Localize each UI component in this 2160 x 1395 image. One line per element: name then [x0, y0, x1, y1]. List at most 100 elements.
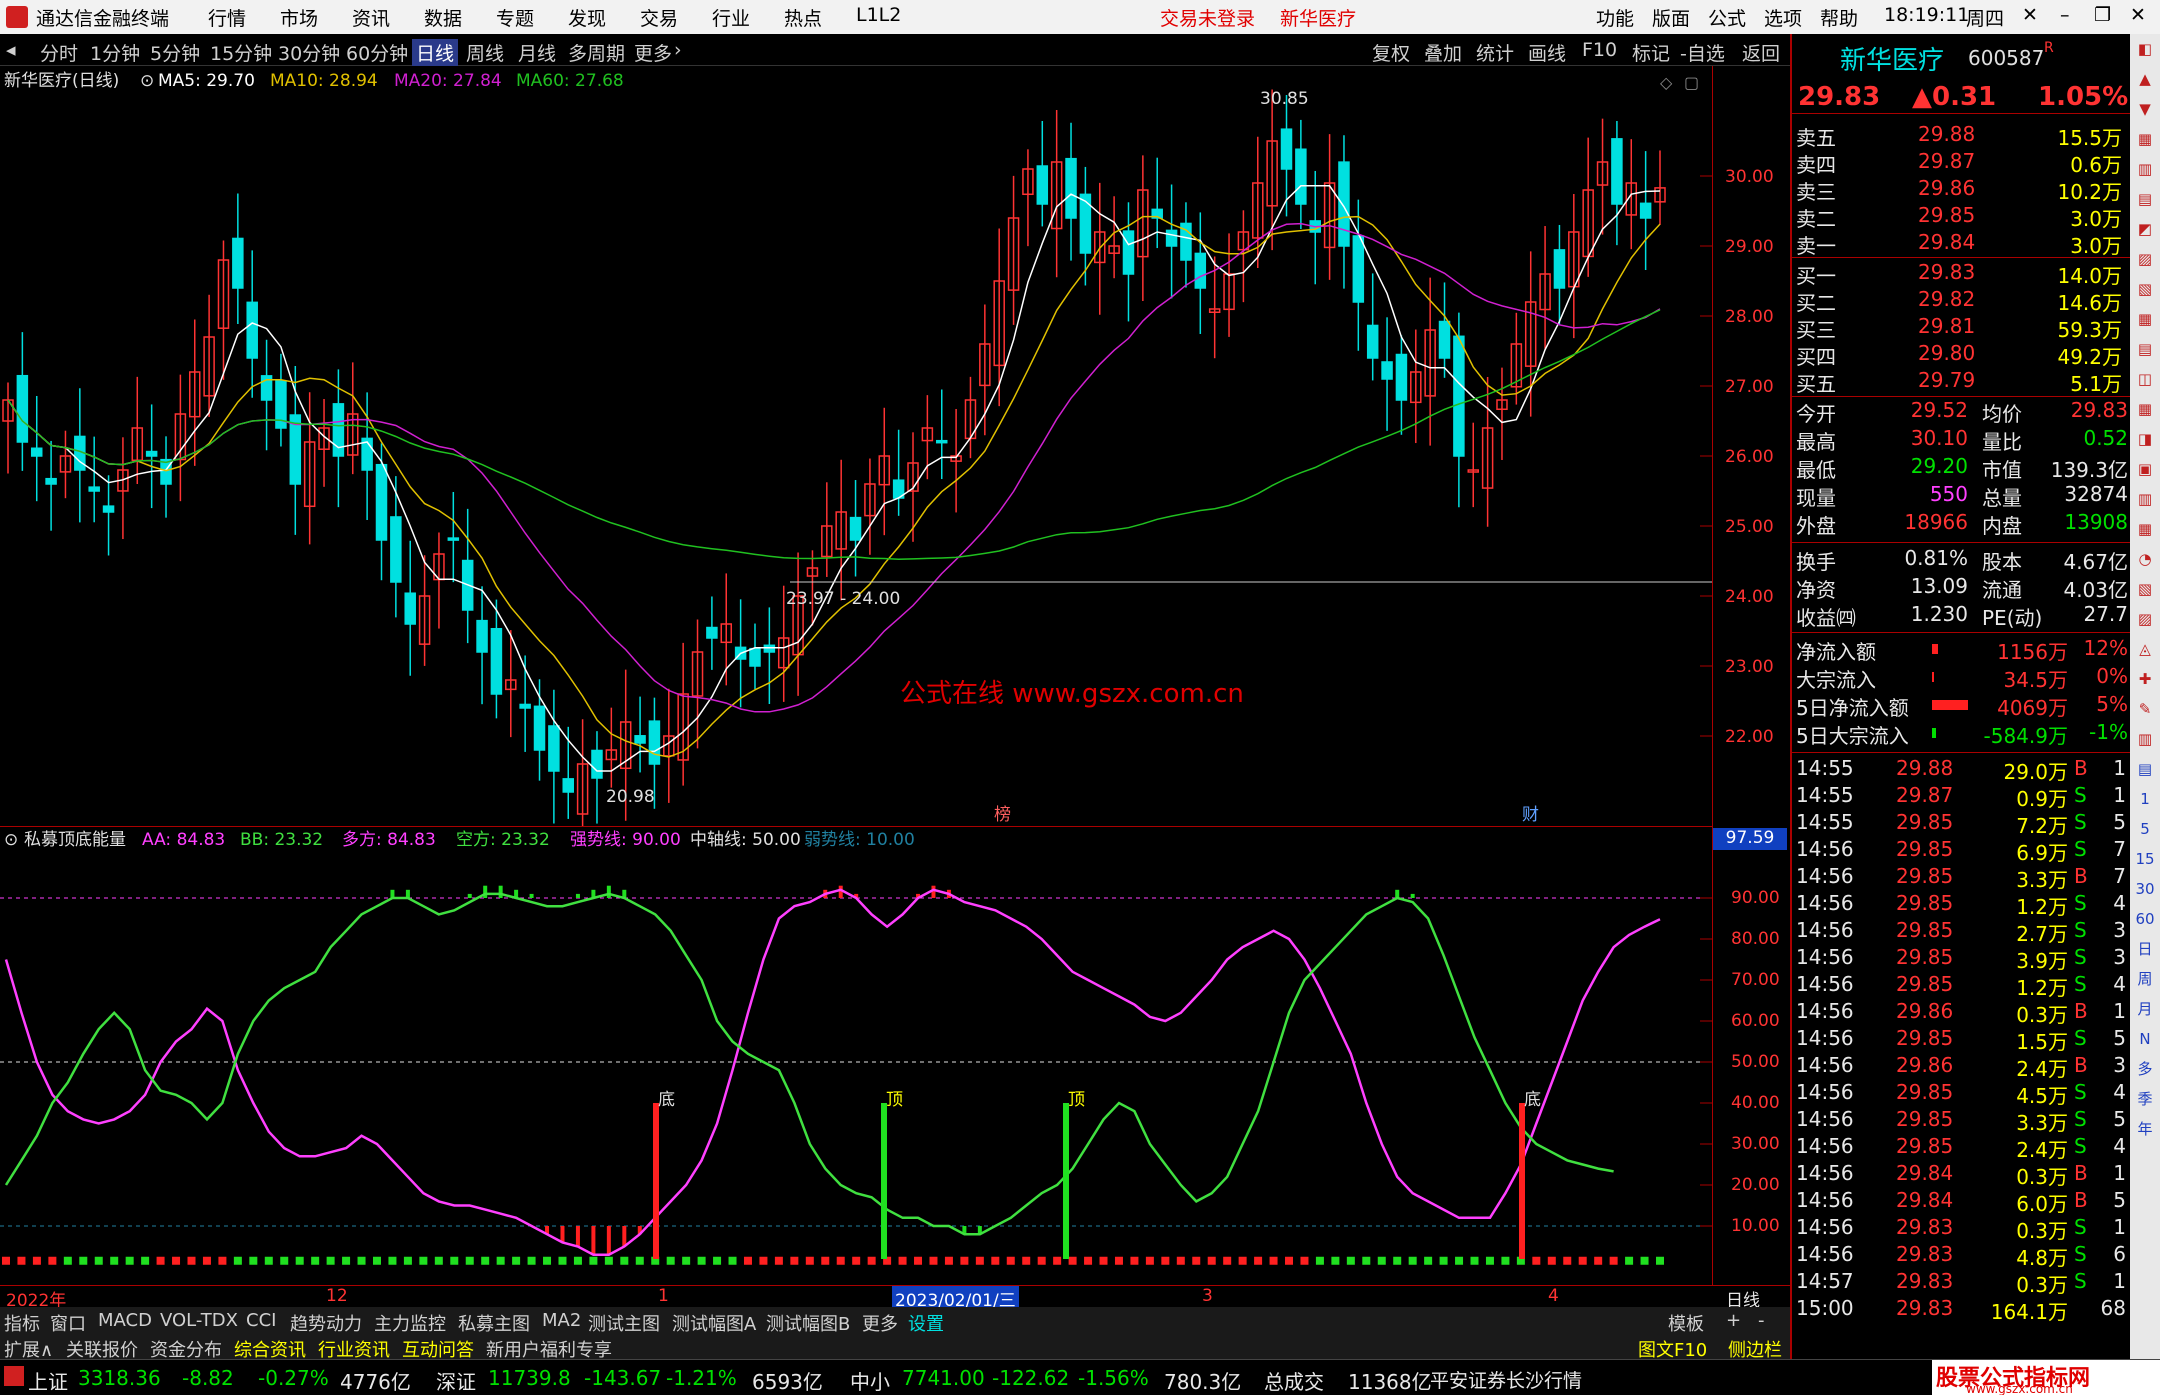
- action-fuquan[interactable]: 复权: [1372, 39, 1410, 66]
- menu-shuju[interactable]: 数据: [424, 4, 462, 31]
- side-icon: 5: [2140, 820, 2150, 838]
- restore-icon[interactable]: ❐: [2094, 4, 2111, 26]
- indicator-svg[interactable]: ⊙ 私募顶底能量 AA: 84.83 BB: 23.32 多方: 84.83 空…: [0, 827, 1712, 1286]
- tick-row-cell: 29.86: [1896, 999, 1954, 1023]
- candle-body: [1122, 230, 1135, 275]
- indicator-tick-label: 90.00: [1731, 888, 1780, 908]
- tick-row-cell: 7: [2113, 864, 2126, 888]
- tick-row-cell: S: [2074, 1080, 2087, 1104]
- bid-row-cell: 买四: [1796, 345, 1836, 369]
- period-more[interactable]: 更多: [634, 39, 672, 66]
- ask-row-cell: 29.85: [1918, 203, 1976, 227]
- tick-row-cell: 29.83: [1896, 1215, 1954, 1239]
- candlestick-chart[interactable]: 新华医疗(日线) ⊙ MA5: 29.70 MA10: 28.94 MA20: …: [0, 66, 1712, 861]
- stat-row: 最高 30.10 量比 0.52: [1792, 426, 2130, 454]
- indicator-chart[interactable]: ⊙ 私募顶底能量 AA: 84.83 BB: 23.32 多方: 84.83 空…: [0, 826, 1712, 1285]
- menu-faxian[interactable]: 发现: [568, 4, 606, 31]
- candle-body: [1381, 361, 1393, 380]
- energy-base-block: [233, 1256, 242, 1265]
- action-fanhui[interactable]: 返回: [1742, 39, 1780, 66]
- menu-redian[interactable]: 热点: [784, 4, 822, 31]
- energy-base-block: [481, 1256, 490, 1265]
- action-biaoji[interactable]: 标记: [1632, 39, 1670, 66]
- tick-row-cell: 1.5万: [2016, 1030, 2068, 1054]
- menu-gongneng[interactable]: 功能: [1596, 4, 1634, 31]
- tab-macd[interactable]: MACD: [98, 1310, 152, 1331]
- energy-base-block: [852, 1256, 861, 1265]
- period-weekly[interactable]: 周线: [466, 39, 504, 66]
- sz-label[interactable]: 深证: [436, 1366, 476, 1395]
- tab-vol-tdx[interactable]: VOL-TDX: [160, 1310, 238, 1331]
- menu-shichang[interactable]: 市场: [280, 4, 318, 31]
- action-huaxian[interactable]: 画线: [1528, 39, 1566, 66]
- period-15min[interactable]: 15分钟: [210, 39, 272, 66]
- tab-ma2[interactable]: MA2: [542, 1310, 581, 1331]
- menu-gongshi[interactable]: 公式: [1708, 4, 1746, 31]
- side-icon: ◩: [2138, 220, 2152, 238]
- tick-row: 14:56 29.85 2.7万 S 3: [1792, 918, 2130, 946]
- tab-cci[interactable]: CCI: [246, 1310, 276, 1331]
- add-button[interactable]: +: [1726, 1310, 1741, 1331]
- menu-xuanxiang[interactable]: 选项: [1764, 4, 1802, 31]
- side-icon: 30: [2135, 880, 2154, 898]
- tick-row-cell: 29.83: [1896, 1269, 1954, 1293]
- energy-base-block: [1656, 1256, 1664, 1265]
- menu-hangqing[interactable]: 行情: [208, 4, 246, 31]
- period-1min[interactable]: 1分钟: [90, 39, 140, 66]
- stat-row: 现量 550 总量 32874: [1792, 482, 2130, 510]
- price-tick-label: 22.00: [1725, 727, 1774, 747]
- zx-pct: -1.56%: [1078, 1366, 1149, 1390]
- remove-button[interactable]: -: [1758, 1310, 1765, 1331]
- candle-body: [548, 725, 560, 772]
- bid-row-cell: 29.81: [1918, 314, 1976, 338]
- candle-body: [16, 374, 29, 443]
- action-f10[interactable]: F10: [1582, 39, 1617, 61]
- minimize-icon[interactable]: –: [2060, 4, 2070, 26]
- energy-base-block: [743, 1256, 752, 1265]
- tick-row-cell: 29.0万: [2003, 760, 2068, 784]
- period-60min[interactable]: 60分钟: [346, 39, 408, 66]
- quote-panel: 新华医疗 600587 R 29.83 ▲0.31 1.05% 卖五 29.88 1…: [1790, 34, 2130, 1359]
- zx-label[interactable]: 中小: [850, 1366, 890, 1395]
- action-zixuan[interactable]: -自选: [1680, 39, 1725, 66]
- tick-row-cell: 1: [2113, 1269, 2126, 1293]
- sh-label[interactable]: 上证: [28, 1366, 68, 1395]
- candle-body: [490, 627, 503, 695]
- period-5min[interactable]: 5分钟: [150, 39, 200, 66]
- period-monthly[interactable]: 月线: [518, 39, 556, 66]
- divider: [1792, 257, 2130, 258]
- energy-base-block: [280, 1256, 289, 1265]
- menu-bangzhu[interactable]: 帮助: [1820, 4, 1858, 31]
- candlestick-svg[interactable]: 新华医疗(日线) ⊙ MA5: 29.70 MA10: 28.94 MA20: …: [0, 66, 1712, 861]
- signal-bar: [1063, 1103, 1069, 1259]
- watermark: 公式在线 www.gszx.com.cn: [900, 679, 1244, 709]
- candle-body: [1280, 128, 1293, 170]
- chevron-right-icon[interactable]: ›: [674, 39, 682, 61]
- bid-row-cell: 买二: [1796, 291, 1836, 315]
- period-fenshi[interactable]: 分时: [40, 39, 78, 66]
- energy-base-block: [1192, 1256, 1201, 1265]
- period-30min[interactable]: 30分钟: [278, 39, 340, 66]
- energy-base-block: [264, 1256, 273, 1265]
- tick-row-cell: B: [2074, 1053, 2088, 1077]
- divider: [1792, 752, 2130, 753]
- toolbar-collapse-icon[interactable]: ◂: [6, 39, 16, 61]
- menu-l1l2[interactable]: L1L2: [856, 4, 901, 26]
- menu-jiaoyi[interactable]: 交易: [640, 4, 678, 31]
- action-diejia[interactable]: 叠加: [1424, 39, 1462, 66]
- tick-row: 14:57 29.83 0.3万 S 1: [1792, 1269, 2130, 1297]
- stat-row-cell: 最高: [1796, 430, 1836, 454]
- brand-watermark: 股票公式指标网 www.gszx.com.cn: [1932, 1360, 2160, 1395]
- side-icon: ▲: [2139, 70, 2151, 88]
- menu-banmian[interactable]: 版面: [1652, 4, 1690, 31]
- menu-zhuanti[interactable]: 专题: [496, 4, 534, 31]
- trade-login-status[interactable]: 交易未登录: [1160, 4, 1255, 31]
- period-daily[interactable]: 日线: [412, 39, 459, 66]
- menu-zixun[interactable]: 资讯: [352, 4, 390, 31]
- close-icon[interactable]: ✕: [2022, 4, 2038, 26]
- tick-row-cell: 0.3万: [2016, 1219, 2068, 1243]
- close-window-icon[interactable]: ✕: [2130, 4, 2146, 26]
- action-tongji[interactable]: 统计: [1476, 39, 1514, 66]
- menu-hangye[interactable]: 行业: [712, 4, 750, 31]
- period-multi[interactable]: 多周期: [568, 39, 625, 66]
